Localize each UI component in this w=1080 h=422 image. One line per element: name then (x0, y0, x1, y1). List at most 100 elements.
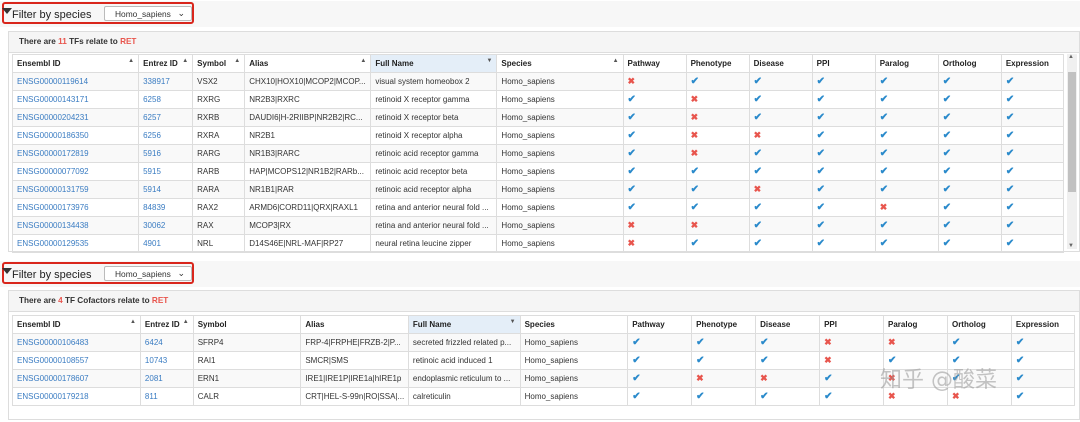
check-icon[interactable]: ✔ (691, 76, 699, 87)
check-icon[interactable]: ✔ (880, 112, 888, 123)
column-header-ortholog[interactable]: Ortholog (946, 315, 1012, 334)
cross-icon[interactable]: ✖ (691, 220, 699, 230)
sort-icon[interactable]: ▲ (183, 319, 189, 325)
check-icon[interactable]: ✔ (817, 220, 825, 231)
column-header-entrez-id[interactable]: Entrez ID ▲ (139, 315, 194, 334)
check-icon[interactable]: ✔ (817, 202, 825, 213)
check-icon[interactable]: ✔ (628, 166, 636, 177)
check-icon[interactable]: ✔ (880, 148, 888, 159)
check-icon[interactable]: ✔ (943, 76, 951, 87)
ensembl-id-link[interactable]: ENSG00000172819 (11, 144, 140, 163)
column-header-species[interactable]: Species (519, 315, 629, 334)
check-icon[interactable]: ✔ (754, 112, 762, 123)
table-row[interactable]: ENSG00000186350 6256 RXRA NR2B1 retinoid X r… (11, 126, 1065, 145)
tf-scrollbar[interactable]: ▲ ▼ (1067, 54, 1077, 249)
scroll-up-icon[interactable]: ▲ (1068, 54, 1074, 60)
check-icon[interactable]: ✔ (1006, 166, 1014, 177)
check-icon[interactable]: ✔ (628, 202, 636, 213)
ensembl-id-link[interactable]: ENSG00000131759 (11, 180, 140, 199)
check-icon[interactable]: ✔ (817, 238, 825, 249)
cross-icon[interactable]: ✖ (628, 238, 636, 248)
check-icon[interactable]: ✔ (696, 391, 704, 402)
check-icon[interactable]: ✔ (817, 112, 825, 123)
check-icon[interactable]: ✔ (880, 220, 888, 231)
sort-icon[interactable]: ▲ (613, 58, 619, 64)
entrez-id-link[interactable]: 30062 (138, 216, 194, 235)
sort-icon[interactable]: ▲ (128, 58, 134, 64)
column-header-symbol[interactable]: Symbol (192, 315, 302, 334)
check-icon[interactable]: ✔ (943, 166, 951, 177)
column-header-alias[interactable]: Alias (300, 315, 409, 334)
ensembl-id-link[interactable]: ENSG00000178607 (12, 369, 141, 388)
check-icon[interactable]: ✔ (880, 166, 888, 177)
entrez-id-link[interactable]: 6256 (138, 126, 194, 145)
check-icon[interactable]: ✔ (632, 373, 640, 384)
cross-icon[interactable]: ✖ (888, 337, 896, 347)
check-icon[interactable]: ✔ (1006, 238, 1014, 249)
check-icon[interactable]: ✔ (817, 148, 825, 159)
ensembl-id-link[interactable]: ENSG00000179218 (12, 387, 141, 406)
check-icon[interactable]: ✔ (817, 94, 825, 105)
column-header-ortholog[interactable]: Ortholog (937, 54, 1002, 73)
column-header-phenotype[interactable]: Phenotype (685, 54, 750, 73)
column-header-pathway[interactable]: Pathway (627, 315, 693, 334)
check-icon[interactable]: ✔ (754, 94, 762, 105)
column-header-paralog[interactable]: Paralog (874, 54, 939, 73)
check-icon[interactable]: ✔ (1006, 220, 1014, 231)
ensembl-id-link[interactable]: ENSG00000119614 (11, 72, 140, 91)
check-icon[interactable]: ✔ (1006, 148, 1014, 159)
check-icon[interactable]: ✔ (1006, 184, 1014, 195)
column-header-entrez-id[interactable]: Entrez ID ▲ (138, 54, 194, 73)
column-header-ensembl-id[interactable]: Ensembl ID ▲ (12, 315, 141, 334)
cross-icon[interactable]: ✖ (760, 373, 768, 383)
check-icon[interactable]: ✔ (760, 391, 768, 402)
entrez-id-link[interactable]: 4901 (138, 234, 194, 253)
check-icon[interactable]: ✔ (632, 355, 640, 366)
check-icon[interactable]: ✔ (880, 94, 888, 105)
ensembl-id-link[interactable]: ENSG00000077092 (11, 162, 140, 181)
check-icon[interactable]: ✔ (943, 112, 951, 123)
entrez-id-link[interactable]: 84839 (138, 198, 194, 217)
cross-icon[interactable]: ✖ (824, 355, 832, 365)
ensembl-id-link[interactable]: ENSG00000108557 (12, 351, 141, 370)
cross-icon[interactable]: ✖ (691, 130, 699, 140)
check-icon[interactable]: ✔ (1006, 94, 1014, 105)
check-icon[interactable]: ✔ (824, 373, 832, 384)
check-icon[interactable]: ✔ (943, 184, 951, 195)
check-icon[interactable]: ✔ (817, 184, 825, 195)
cross-icon[interactable]: ✖ (691, 94, 699, 104)
check-icon[interactable]: ✔ (691, 238, 699, 249)
check-icon[interactable]: ✔ (943, 148, 951, 159)
ensembl-id-link[interactable]: ENSG00000173976 (11, 198, 140, 217)
check-icon[interactable]: ✔ (628, 148, 636, 159)
column-header-phenotype[interactable]: Phenotype (691, 315, 757, 334)
check-icon[interactable]: ✔ (817, 166, 825, 177)
entrez-id-link[interactable]: 5915 (138, 162, 194, 181)
ensembl-id-link[interactable]: ENSG00000129535 (11, 234, 140, 253)
table-row[interactable]: ENSG00000143171 6258 RXRG NR2B3|RXRC retinoi… (11, 90, 1065, 109)
entrez-id-link[interactable]: 6257 (138, 108, 194, 127)
sort-icon[interactable]: ▲ (182, 58, 188, 64)
scroll-down-icon[interactable]: ▼ (1068, 243, 1074, 249)
check-icon[interactable]: ✔ (754, 148, 762, 159)
species-select[interactable]: Homo_sapiens ⌄ (104, 6, 192, 21)
check-icon[interactable]: ✔ (1006, 130, 1014, 141)
column-header-ppi[interactable]: PPI (811, 54, 876, 73)
ensembl-id-link[interactable]: ENSG00000186350 (11, 126, 140, 145)
check-icon[interactable]: ✔ (817, 130, 825, 141)
check-icon[interactable]: ✔ (1016, 337, 1024, 348)
column-header-expression[interactable]: Expression (1010, 315, 1076, 334)
check-icon[interactable]: ✔ (696, 337, 704, 348)
cross-icon[interactable]: ✖ (824, 337, 832, 347)
cross-icon[interactable]: ✖ (754, 130, 762, 140)
table-row[interactable]: ENSG00000129535 4901 NRL D14S46E|NRL-MAF|RP… (11, 234, 1065, 253)
check-icon[interactable]: ✔ (1016, 355, 1024, 366)
column-header-disease[interactable]: Disease (755, 315, 821, 334)
check-icon[interactable]: ✔ (628, 184, 636, 195)
ensembl-id-link[interactable]: ENSG00000204231 (11, 108, 140, 127)
check-icon[interactable]: ✔ (817, 76, 825, 87)
cross-icon[interactable]: ✖ (754, 184, 762, 194)
collapse-caret-icon[interactable] (2, 8, 12, 14)
column-header-disease[interactable]: Disease (748, 54, 813, 73)
check-icon[interactable]: ✔ (696, 355, 704, 366)
